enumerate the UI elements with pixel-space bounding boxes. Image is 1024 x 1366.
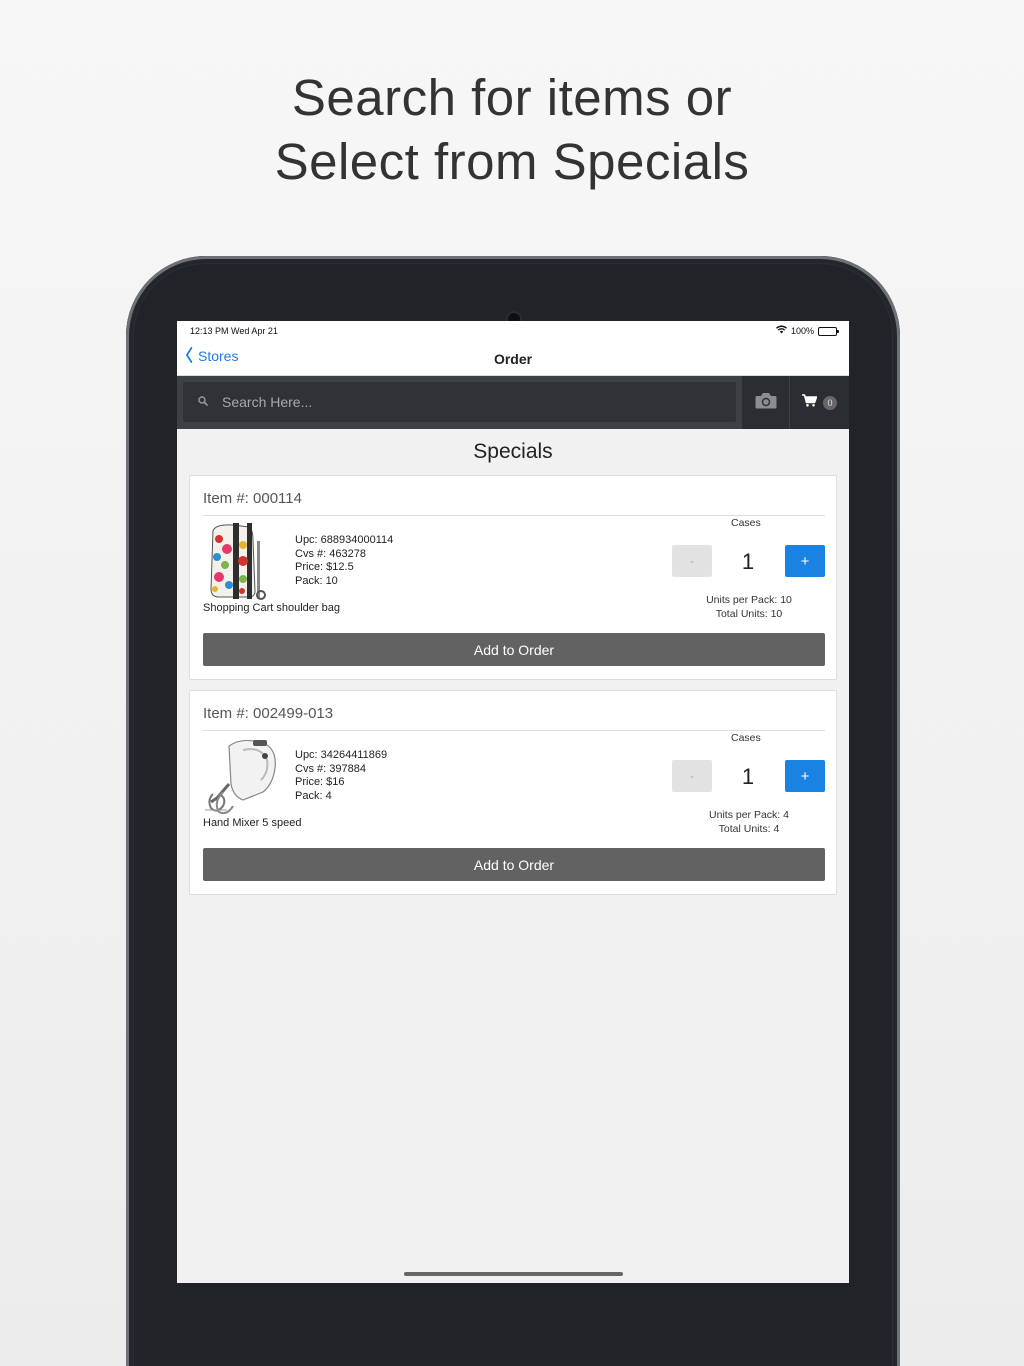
item-upc: Upc: 34264411869 [295,749,388,761]
search-bar: 0 [177,376,849,429]
special-item-card: Item #: 002499-013 Upc: 34264411869 Cvs … [189,690,837,895]
item-description: Shopping Cart shoulder bag [203,602,340,614]
wifi-icon [775,325,787,337]
add-to-order-button[interactable]: Add to Order [203,848,825,881]
item-cvs: Cvs #: 397884 [295,762,366,775]
headline-line-2: Select from Specials [274,133,750,190]
item-pack: Pack: 10 [295,575,338,588]
item-description: Hand Mixer 5 speed [203,817,302,829]
status-bar: 12:13 PM Wed Apr 21 100% [177,321,849,339]
item-cvs: Cvs #: 463278 [295,547,366,560]
product-image [203,521,283,601]
cart-count-badge: 0 [823,395,837,410]
home-indicator[interactable] [404,1272,623,1276]
item-price: Price: $16 [295,776,345,789]
units-info: Units per Pack: 10 Total Units: 10 [690,594,808,621]
total-units: Total Units: 4 [718,822,780,835]
product-image [203,736,283,816]
divider [203,730,825,731]
item-price: Price: $12.5 [295,561,354,574]
search-input[interactable] [222,394,722,410]
cases-label: Cases [731,732,761,744]
specials-title: Specials [473,440,553,463]
units-per-pack: Units per Pack: 4 [709,809,789,821]
item-number: Item #: 000114 [203,490,302,507]
units-per-pack: Units per Pack: 10 [706,594,792,606]
decrease-quantity-button[interactable]: - [672,545,712,577]
status-time: 12:13 PM Wed Apr 21 [190,326,278,336]
add-to-order-button[interactable]: Add to Order [203,633,825,666]
item-details: Upc: 688934000114 Cvs #: 463278 Price: $… [295,534,393,589]
camera-icon [755,392,777,414]
item-upc: Upc: 688934000114 [295,534,394,546]
item-number: Item #: 002499-013 [203,705,334,722]
increase-quantity-button[interactable]: + [785,760,825,792]
headline-line-1: Search for items or [291,69,733,126]
cart-button[interactable]: 0 [789,376,849,429]
total-units: Total Units: 10 [715,607,783,620]
item-pack: Pack: 4 [295,790,332,803]
special-item-card: Item #: 000114 Upc: 688934000114 Cvs #: … [189,475,837,680]
battery-icon [818,326,839,336]
status-right: 100% [775,325,839,337]
headline: Search for items or Select from Specials [0,66,1024,194]
cart-icon [802,393,818,412]
quantity-value[interactable]: 1 [728,549,768,575]
divider [203,515,825,516]
nav-bar: Stores Order [177,339,849,376]
cases-label: Cases [731,517,761,529]
item-details: Upc: 34264411869 Cvs #: 397884 Price: $1… [295,749,387,804]
decrease-quantity-button[interactable]: - [672,760,712,792]
app-screen: 12:13 PM Wed Apr 21 100% Stores Order Se… [177,321,849,1283]
camera-scan-button[interactable] [742,376,789,429]
units-info: Units per Pack: 4 Total Units: 4 [690,809,808,836]
search-box[interactable] [183,382,736,422]
increase-quantity-button[interactable]: + [785,545,825,577]
battery-percent: 100% [790,326,814,336]
search-icon [198,395,214,409]
quantity-value[interactable]: 1 [728,764,768,790]
page-title: Order [493,351,533,367]
